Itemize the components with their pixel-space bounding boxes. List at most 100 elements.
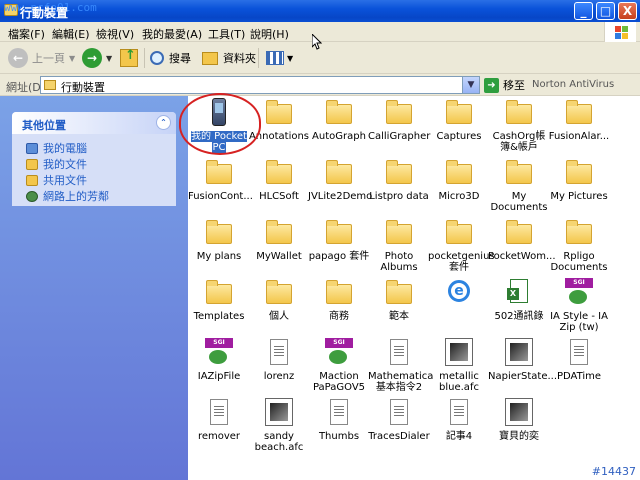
address-dropdown-button[interactable]: ▼ bbox=[462, 77, 479, 93]
menu-help[interactable]: 說明(H) bbox=[250, 26, 289, 42]
file-item[interactable]: metallic blue.afc bbox=[428, 338, 490, 393]
file-item[interactable]: SGI IA Style - IA Zip (tw) bbox=[548, 278, 610, 333]
file-item[interactable]: Templates bbox=[188, 278, 250, 322]
folder-icon bbox=[263, 218, 295, 248]
file-item[interactable]: HLCSoft bbox=[248, 158, 310, 202]
menu-edit[interactable]: 編輯(E) bbox=[52, 26, 90, 42]
norton-antivirus-toolbar[interactable]: Norton AntiVirus bbox=[532, 79, 614, 90]
link-my-computer[interactable]: 我的電腦 bbox=[12, 140, 176, 156]
item-label: PDATime bbox=[556, 371, 602, 382]
go-arrow-icon: ➜ bbox=[484, 77, 499, 93]
file-item[interactable]: AutoGraph bbox=[308, 98, 370, 142]
item-label: lorenz bbox=[263, 371, 295, 382]
folder-icon bbox=[563, 158, 595, 188]
file-item[interactable]: Micro3D bbox=[428, 158, 490, 202]
menu-view[interactable]: 檢視(V) bbox=[96, 26, 134, 42]
item-label: HLCSoft bbox=[259, 191, 299, 202]
file-item[interactable]: remover bbox=[188, 398, 250, 442]
back-label: 上一頁 bbox=[32, 52, 65, 65]
item-label: pocketgenius 套件 bbox=[428, 251, 495, 273]
file-item[interactable]: 寶貝的奕 bbox=[488, 398, 550, 442]
folder-icon bbox=[383, 98, 415, 128]
forward-button[interactable]: → ▼ bbox=[82, 46, 112, 70]
menu-favorites[interactable]: 我的最愛(A) bbox=[142, 26, 202, 42]
collapse-icon[interactable]: ⌃ bbox=[156, 115, 171, 130]
file-item[interactable]: sandy beach.afc bbox=[248, 398, 310, 453]
link-my-documents[interactable]: 我的文件 bbox=[12, 156, 176, 172]
sgi-icon: SGI bbox=[203, 338, 235, 368]
item-label: 個人 bbox=[269, 311, 289, 322]
file-item[interactable]: 記事4 bbox=[428, 398, 490, 442]
folders-label: 資料夾 bbox=[223, 52, 256, 65]
file-item[interactable]: My Pictures bbox=[548, 158, 610, 202]
file-item[interactable]: lorenz bbox=[248, 338, 310, 382]
link-network-places[interactable]: 網路上的芳鄰 bbox=[12, 188, 176, 204]
file-item[interactable]: papago 套件 bbox=[308, 218, 370, 262]
minimize-button[interactable]: _ bbox=[574, 2, 593, 20]
file-item[interactable]: NapierState.... bbox=[488, 338, 560, 382]
maximize-button[interactable]: □ bbox=[596, 2, 615, 20]
item-label: AutoGraph bbox=[312, 131, 366, 142]
file-item[interactable]: CashOrg帳簿&帳戶 bbox=[488, 98, 550, 153]
file-item[interactable]: TracesDialer bbox=[368, 398, 430, 442]
item-label: Rpligo Documents bbox=[550, 251, 608, 273]
shared-folder-icon bbox=[26, 174, 38, 186]
go-button[interactable]: ➜ 移至 bbox=[484, 77, 525, 93]
item-label: Thumbs bbox=[318, 431, 360, 442]
file-item[interactable]: Captures bbox=[428, 98, 490, 142]
item-label: Maction PaPaGOV5 bbox=[312, 371, 366, 393]
file-item[interactable]: CalliGrapher bbox=[368, 98, 430, 142]
file-item[interactable]: JVLite2Demo bbox=[308, 158, 372, 202]
address-bar: 網址(D) 行動裝置 ▼ ➜ 移至 Norton AntiVirus bbox=[0, 74, 640, 96]
item-label: FusionCont... bbox=[188, 191, 253, 202]
app-icon bbox=[503, 338, 535, 368]
file-item[interactable]: Rpligo Documents bbox=[548, 218, 610, 273]
document-icon bbox=[383, 398, 415, 428]
item-label: IAZipFile bbox=[197, 371, 241, 382]
image-tag: #14437 bbox=[591, 465, 636, 478]
item-label: TracesDialer bbox=[368, 431, 430, 442]
back-button[interactable]: ← 上一頁 ▼ bbox=[8, 46, 75, 70]
views-button[interactable]: ▼ bbox=[266, 46, 293, 70]
search-button[interactable]: 搜尋 bbox=[150, 46, 191, 70]
file-item[interactable]: 範本 bbox=[368, 278, 430, 322]
file-item[interactable]: Thumbs bbox=[308, 398, 370, 442]
file-item[interactable]: e bbox=[428, 278, 490, 311]
menu-tools[interactable]: 工具(T) bbox=[208, 26, 245, 42]
item-label: Mathematica基本指令2 bbox=[368, 371, 434, 393]
folder-icon bbox=[263, 278, 295, 308]
file-item[interactable]: MyWallet bbox=[248, 218, 310, 262]
toolbar-divider bbox=[144, 48, 145, 68]
file-item[interactable]: FusionAlar... bbox=[548, 98, 610, 142]
file-item[interactable]: My plans bbox=[188, 218, 250, 262]
folder-icon bbox=[203, 158, 235, 188]
folder-icon bbox=[323, 98, 355, 128]
file-item[interactable]: 商務 bbox=[308, 278, 370, 322]
file-item[interactable]: PDATime bbox=[548, 338, 610, 382]
item-label: My Documents bbox=[490, 191, 548, 213]
folder-icon bbox=[203, 278, 235, 308]
other-places-title: 其他位置 bbox=[22, 119, 66, 132]
file-item[interactable]: Mathematica基本指令2 bbox=[368, 338, 434, 393]
folders-button[interactable]: 資料夾 bbox=[202, 46, 256, 70]
link-shared-documents[interactable]: 共用文件 bbox=[12, 172, 176, 188]
folder-icon bbox=[503, 218, 535, 248]
app-icon bbox=[263, 398, 295, 428]
file-item[interactable]: SGI Maction PaPaGOV5 bbox=[308, 338, 370, 393]
file-item[interactable]: 個人 bbox=[248, 278, 310, 322]
file-item[interactable]: PocketWom... bbox=[488, 218, 556, 262]
up-folder-button[interactable]: ↑ bbox=[120, 46, 138, 70]
file-item[interactable]: pocketgenius 套件 bbox=[428, 218, 495, 273]
file-item[interactable]: 502通訊錄 bbox=[488, 278, 550, 322]
highlight-circle bbox=[179, 93, 261, 155]
other-places-header[interactable]: 其他位置 ⌃ bbox=[12, 112, 176, 134]
item-label: sandy beach.afc bbox=[254, 431, 304, 453]
file-item[interactable]: SGI IAZipFile bbox=[188, 338, 250, 382]
menu-file[interactable]: 檔案(F) bbox=[8, 26, 45, 42]
file-item[interactable]: FusionCont... bbox=[188, 158, 253, 202]
close-button[interactable]: X bbox=[618, 2, 637, 20]
address-input[interactable]: 行動裝置 ▼ bbox=[40, 76, 480, 94]
file-item[interactable]: Listpro data bbox=[368, 158, 430, 202]
file-item[interactable]: My Documents bbox=[488, 158, 550, 213]
file-item[interactable]: Photo Albums bbox=[368, 218, 430, 273]
